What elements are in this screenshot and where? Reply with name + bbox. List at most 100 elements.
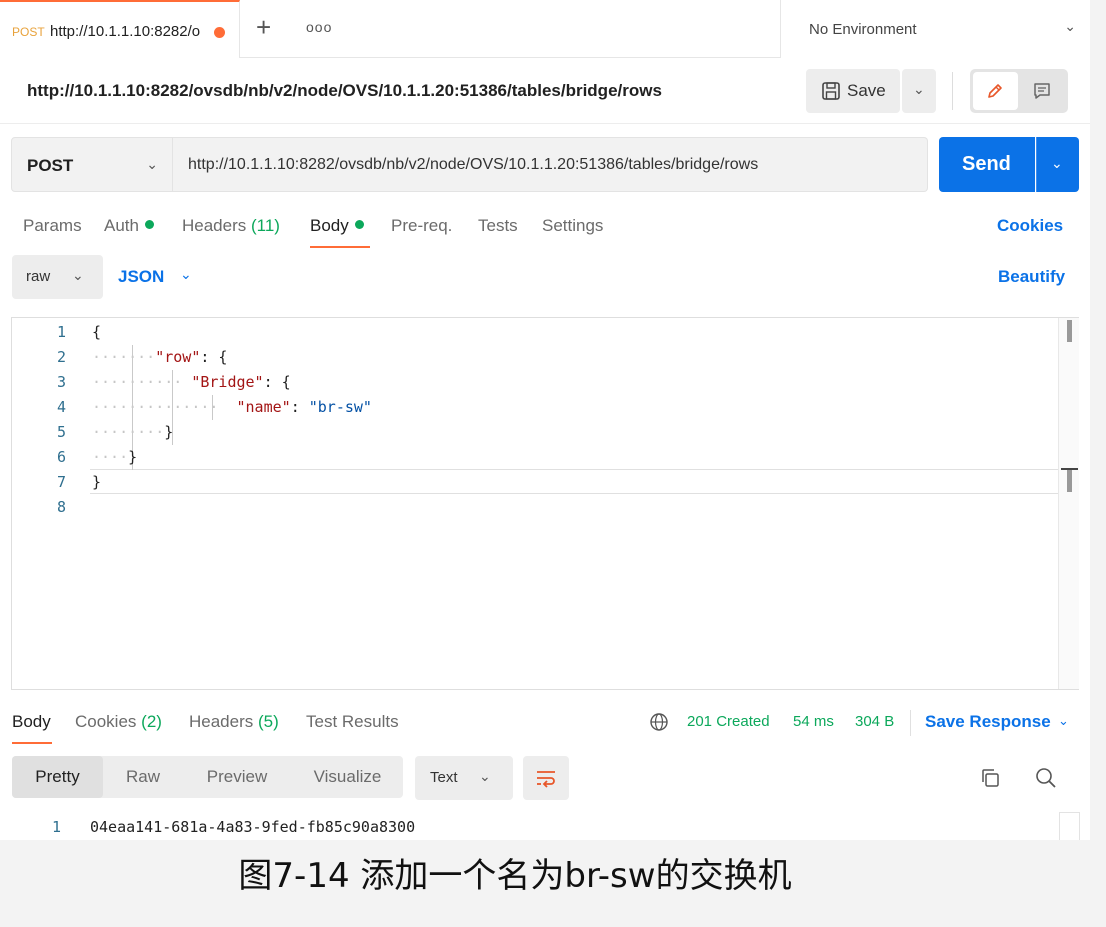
url-input[interactable] (173, 137, 928, 192)
tab-params-label: Params (23, 216, 82, 235)
view-raw[interactable]: Raw (108, 756, 178, 798)
response-body-line: 04eaa141-681a-4a83-9fed-fb85c90a8300 (90, 818, 416, 836)
tab-auth[interactable]: Auth (104, 216, 154, 236)
request-title[interactable]: http://10.1.1.10:8282/ovsdb/nb/v2/node/O… (27, 81, 662, 101)
edit-mode-button[interactable] (973, 72, 1018, 110)
status-dot-icon (144, 220, 154, 229)
response-time[interactable]: 54 ms (793, 713, 834, 730)
json-key: "row" (155, 348, 201, 366)
view-preview[interactable]: Preview (192, 756, 282, 798)
pencil-icon (988, 84, 1002, 98)
code-line: "row": { (155, 348, 228, 366)
tab-prereq-label: Pre-req. (391, 216, 453, 235)
method-select[interactable]: POST ⌄ (11, 137, 173, 192)
chevron-down-icon: ⌄ (1051, 155, 1063, 171)
response-format-label: Text (430, 769, 458, 786)
chevron-down-icon: ⌄ (913, 81, 925, 97)
figure-caption: 图7-14 添加一个名为br-sw的交换机 (238, 856, 792, 896)
resp-tab-cookies-label: Cookies (75, 712, 137, 731)
tab-url: http://10.1.1.10:8282/o (50, 23, 201, 40)
save-button[interactable]: Save (806, 69, 900, 113)
chevron-down-icon: ⌄ (146, 156, 158, 172)
line-number: 7 (56, 473, 66, 491)
body-mode-label: raw (26, 268, 51, 285)
line-number: 2 (56, 348, 66, 366)
environment-select[interactable]: No Environment ⌄ (780, 0, 1090, 58)
scrollbar-thumb (1067, 470, 1072, 492)
tab-headers-label: Headers (182, 216, 247, 235)
method-label: POST (27, 156, 74, 175)
active-line-highlight (90, 469, 1068, 494)
comment-icon (1034, 83, 1050, 99)
tab-params[interactable]: Params (23, 216, 82, 236)
response-scrollbar[interactable] (1059, 812, 1080, 840)
editor-scrollbar[interactable] (1058, 318, 1079, 689)
resp-tab-body[interactable]: Body (12, 712, 51, 732)
chevron-down-icon: ⌄ (72, 267, 84, 283)
code-line: "Bridge": { (191, 373, 291, 391)
more-tabs-icon[interactable]: ooo (306, 19, 332, 35)
chevron-down-icon[interactable]: ⌄ (180, 266, 192, 283)
cookies-count: (2) (141, 712, 162, 731)
view-pretty[interactable]: Pretty (12, 756, 103, 798)
active-tab-indicator (12, 742, 52, 744)
unsaved-dot-icon (214, 27, 225, 38)
status-badge[interactable]: 201 Created (687, 713, 770, 730)
wrap-lines-button[interactable] (523, 756, 569, 800)
tab-settings-label: Settings (542, 216, 604, 235)
language-select[interactable]: JSON (118, 267, 164, 287)
send-label: Send (962, 153, 1011, 175)
line-number: 5 (56, 423, 66, 441)
scrollbar-thumb[interactable] (1067, 320, 1072, 342)
resp-tab-test-results[interactable]: Test Results (306, 712, 399, 732)
tab-prereq[interactable]: Pre-req. (391, 216, 452, 236)
resp-tab-cookies[interactable]: Cookies (2) (75, 712, 162, 732)
body-editor[interactable]: 1 2 3 4 5 6 7 8 ······· ·········· ·····… (11, 317, 1079, 690)
save-options-button[interactable]: ⌄ (902, 69, 936, 113)
resp-tab-headers[interactable]: Headers (5) (189, 712, 279, 732)
cookies-link[interactable]: Cookies (997, 216, 1063, 236)
line-number: 4 (56, 398, 66, 416)
tab-tests-label: Tests (478, 216, 518, 235)
beautify-link[interactable]: Beautify (998, 267, 1065, 287)
view-mode-toggle (970, 69, 1068, 113)
chevron-down-icon: ⌄ (479, 768, 491, 784)
response-tabs: Body Cookies (2) Headers (5) Test Result… (0, 702, 1090, 746)
active-tab-indicator (310, 246, 370, 248)
tab-method: POST (12, 25, 45, 39)
new-tab-plus-icon[interactable]: + (256, 12, 271, 43)
tab-settings[interactable]: Settings (542, 216, 603, 236)
wrap-lines-icon (537, 771, 555, 788)
response-format-select[interactable]: Text ⌄ (415, 756, 513, 800)
search-icon[interactable] (1034, 766, 1058, 790)
line-number: 3 (56, 373, 66, 391)
copy-icon[interactable] (979, 767, 1001, 789)
comment-mode-button[interactable] (1020, 72, 1065, 110)
line-number: 6 (56, 448, 66, 466)
line-number: 8 (56, 498, 66, 516)
headers-count: (11) (251, 216, 280, 235)
code-line: { (92, 323, 102, 341)
status-dot-icon (354, 220, 364, 229)
view-visualize[interactable]: Visualize (300, 756, 395, 798)
json-value: "br-sw" (308, 398, 372, 416)
response-view-toggle: Pretty Raw Preview Visualize (12, 756, 403, 798)
tab-body-label: Body (310, 216, 349, 235)
body-mode-select[interactable]: raw ⌄ (12, 255, 103, 299)
tab-tests[interactable]: Tests (478, 216, 518, 236)
chevron-down-icon[interactable]: ⌄ (1058, 713, 1069, 729)
tab-headers[interactable]: Headers (11) (182, 216, 280, 236)
response-size[interactable]: 304 B (855, 713, 894, 730)
resp-tab-headers-label: Headers (189, 712, 254, 731)
code-line: "name": "br-sw" (236, 398, 372, 416)
save-response-button[interactable]: Save Response (925, 712, 1051, 732)
json-key: "Bridge" (191, 373, 264, 391)
request-tab[interactable]: POST http://10.1.1.10:8282/o (0, 0, 240, 58)
tab-bar: POST http://10.1.1.10:8282/o + ooo No En… (0, 0, 1090, 58)
send-options-button[interactable]: ⌄ (1036, 137, 1079, 192)
tab-body[interactable]: Body (310, 216, 364, 236)
json-key: "name" (236, 398, 291, 416)
line-number: 1 (56, 323, 66, 341)
globe-icon[interactable] (649, 712, 669, 732)
send-button[interactable]: Send (939, 137, 1035, 192)
